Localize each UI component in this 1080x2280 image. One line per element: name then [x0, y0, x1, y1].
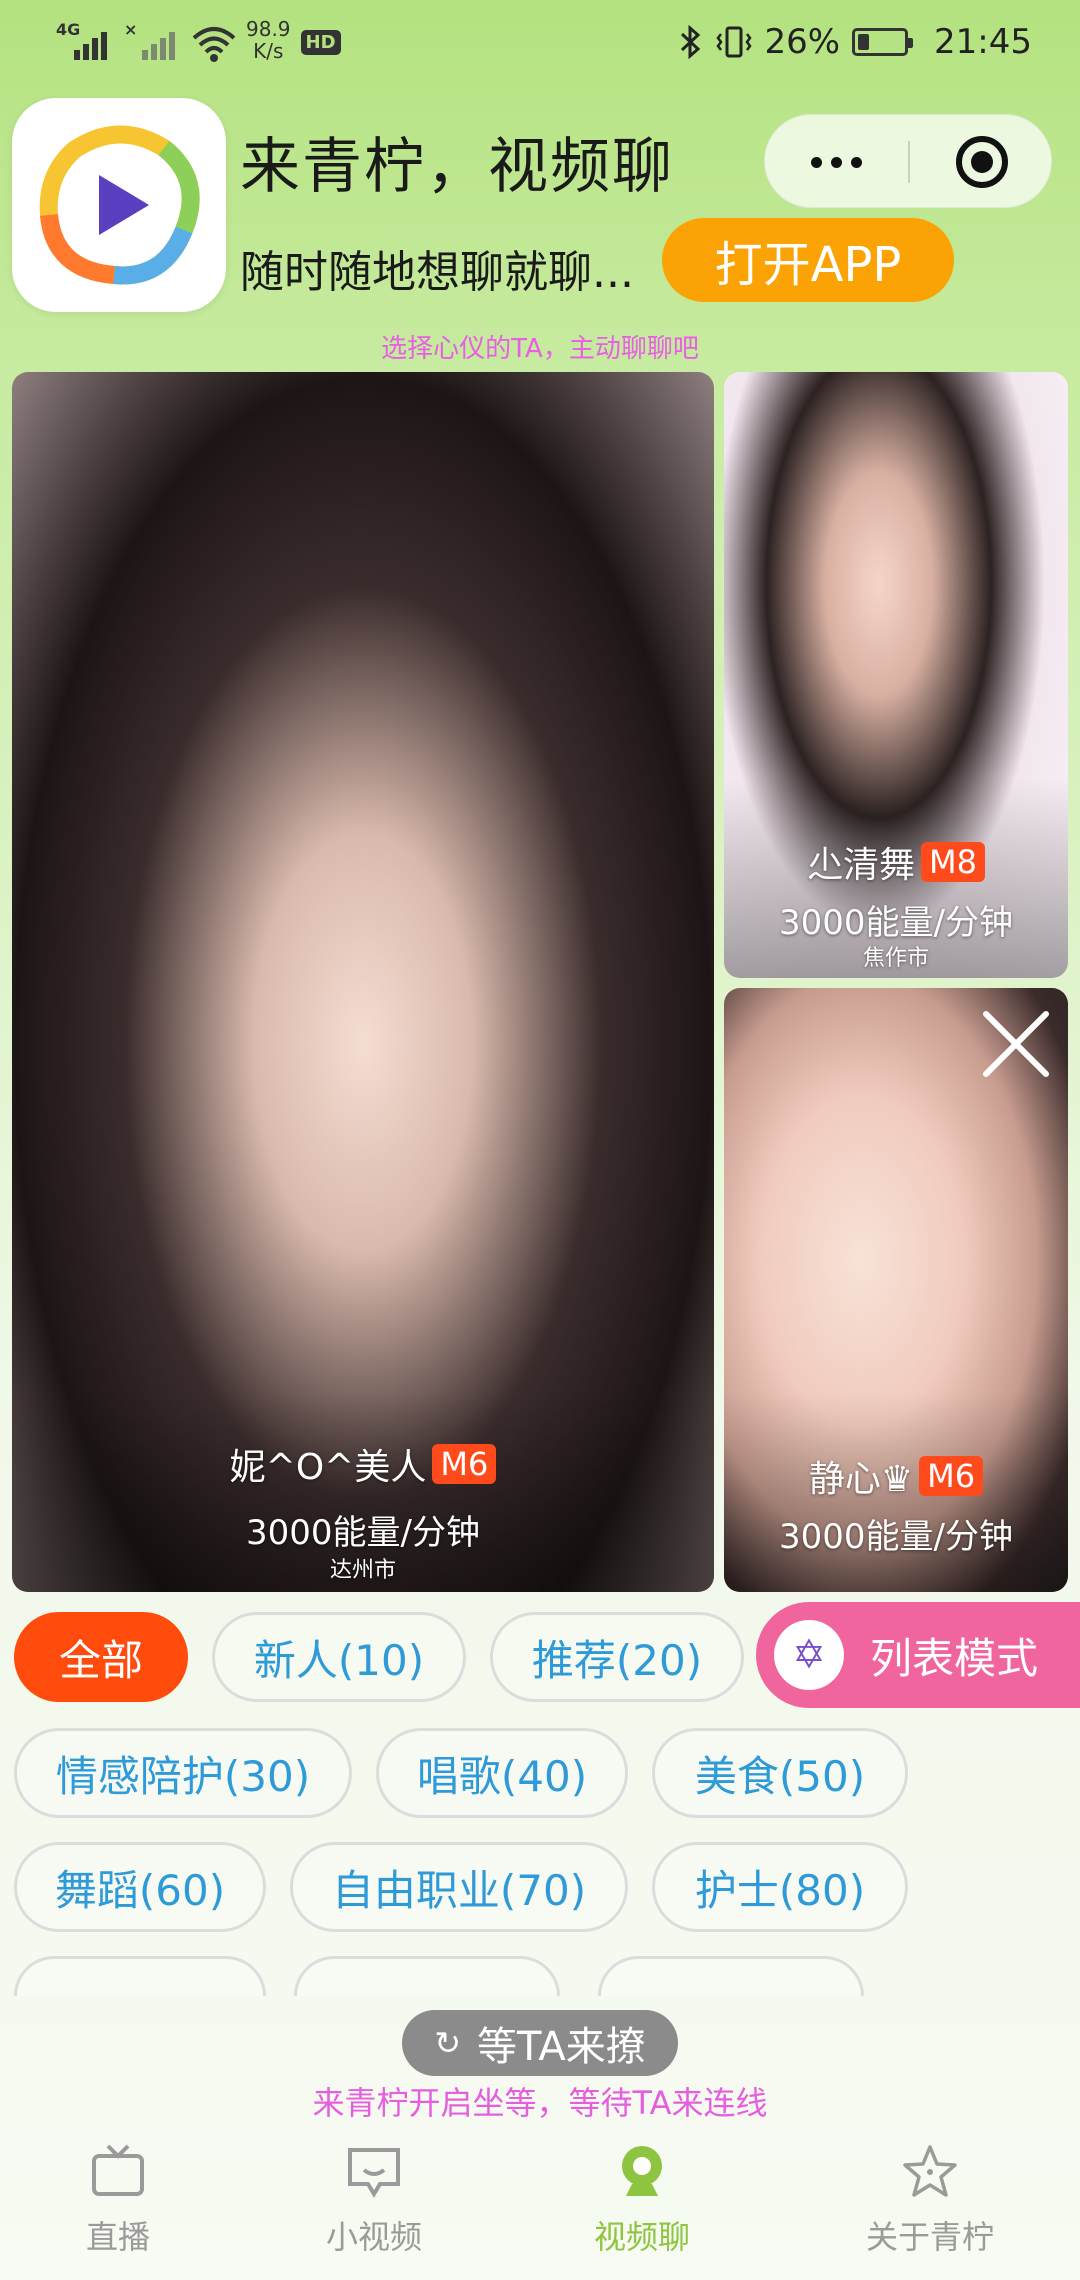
app-subtitle: 随时随地想聊就聊...	[240, 247, 634, 298]
list-mode-button[interactable]: ✡ 列表模式	[756, 1602, 1080, 1708]
bluetooth-icon	[681, 24, 701, 60]
cellular-signal-2-icon: ×	[124, 18, 182, 62]
level-badge: M8	[921, 842, 985, 882]
wifi-icon	[192, 27, 236, 62]
category-companionship[interactable]: 情感陪护(30)	[14, 1728, 352, 1818]
hd-badge: HD	[300, 30, 341, 55]
close-mini-program-button[interactable]	[910, 115, 1053, 209]
category-pill-partial[interactable]	[294, 1956, 560, 1996]
host-city: 焦作市	[862, 946, 929, 971]
dot-icon	[851, 156, 862, 168]
video-card[interactable]: 妮^O^美人 M6 3000能量/分钟 达州市	[12, 372, 714, 1592]
video-card[interactable]: 静心♛ M6 3000能量/分钟	[724, 988, 1068, 1592]
dot-icon	[831, 156, 842, 168]
status-bar: 4G × 98.9 K/s HD 26% 21:45	[0, 0, 1080, 90]
category-pill-partial[interactable]	[598, 1956, 864, 1996]
refresh-icon: ↻	[434, 2024, 462, 2062]
level-badge: M6	[432, 1444, 497, 1484]
app-logo	[12, 98, 226, 312]
category-dance[interactable]: 舞蹈(60)	[14, 1842, 266, 1932]
dot-icon	[811, 156, 822, 168]
card-name-row: 妮^O^美人 M6	[12, 1438, 714, 1490]
host-name: 静心♛	[808, 1459, 914, 1500]
battery-icon	[852, 28, 914, 56]
wait-button-label: 等TA来撩	[477, 2024, 646, 2070]
cellular-signal-icon: 4G	[56, 18, 114, 62]
open-app-button[interactable]: 打开APP	[662, 218, 954, 302]
network-speed: 98.9 K/s	[246, 17, 291, 63]
tab-live[interactable]: 直播	[18, 2142, 218, 2272]
category-recommended[interactable]: 推荐(20)	[490, 1612, 744, 1702]
choose-hint: 选择心仪的TA，主动聊聊吧	[381, 334, 699, 364]
category-pill-partial[interactable]	[14, 1956, 266, 1996]
tab-label: 关于青柠	[865, 2218, 994, 2256]
host-name: 尐清舞	[807, 845, 916, 886]
battery-percent: 26%	[764, 22, 841, 62]
host-name: 妮^O^美人	[229, 1447, 427, 1488]
tab-label: 直播	[85, 2218, 150, 2256]
category-singing[interactable]: 唱歌(40)	[376, 1728, 628, 1818]
list-mode-label: 列表模式	[870, 1633, 1039, 1683]
mini-program-capsule	[764, 114, 1052, 208]
chat-screen-icon	[348, 2148, 400, 2198]
category-nurse[interactable]: 护士(80)	[652, 1842, 908, 1932]
price-per-minute: 3000能量/分钟	[779, 903, 1013, 943]
tv-icon	[92, 2144, 144, 2196]
tab-about[interactable]: 关于青柠	[830, 2142, 1030, 2272]
category-food[interactable]: 美食(50)	[652, 1728, 908, 1818]
wait-subtitle: 来青柠开启坐等，等待TA来连线	[312, 2084, 768, 2122]
tab-short-video[interactable]: 小视频	[274, 2142, 474, 2272]
play-logo-icon	[39, 125, 200, 285]
webcam-icon	[622, 2146, 662, 2196]
price-per-minute: 3000能量/分钟	[779, 1517, 1013, 1557]
star-icon	[903, 2145, 957, 2197]
app-title: 来青柠，视频聊	[240, 132, 674, 202]
wait-for-match-button[interactable]: ↻ 等TA来撩	[402, 2010, 678, 2076]
category-freelancer[interactable]: 自由职业(70)	[290, 1842, 628, 1932]
category-all[interactable]: 全部	[14, 1612, 188, 1702]
clock: 21:45	[934, 22, 1032, 62]
price-per-minute: 3000能量/分钟	[246, 1513, 480, 1553]
vibrate-icon	[716, 26, 752, 58]
target-icon	[955, 136, 1008, 188]
bottom-tab-bar: 直播 小视频 视频聊 关于青柠	[0, 2130, 1080, 2280]
card-name-row: 静心♛ M6	[724, 1450, 1068, 1502]
star-of-david-icon: ✡	[774, 1620, 844, 1690]
more-options-button[interactable]	[765, 115, 908, 209]
tab-label: 视频聊	[593, 2218, 690, 2256]
tab-video-chat[interactable]: 视频聊	[542, 2142, 742, 2272]
host-city: 达州市	[329, 1558, 396, 1583]
card-name-row: 尐清舞 M8	[724, 836, 1068, 888]
category-new[interactable]: 新人(10)	[212, 1612, 466, 1702]
level-badge: M6	[919, 1456, 984, 1496]
close-icon[interactable]	[978, 1006, 1054, 1082]
tab-label: 小视频	[325, 2218, 422, 2256]
video-card[interactable]: 尐清舞 M8 3000能量/分钟 焦作市	[724, 372, 1068, 978]
